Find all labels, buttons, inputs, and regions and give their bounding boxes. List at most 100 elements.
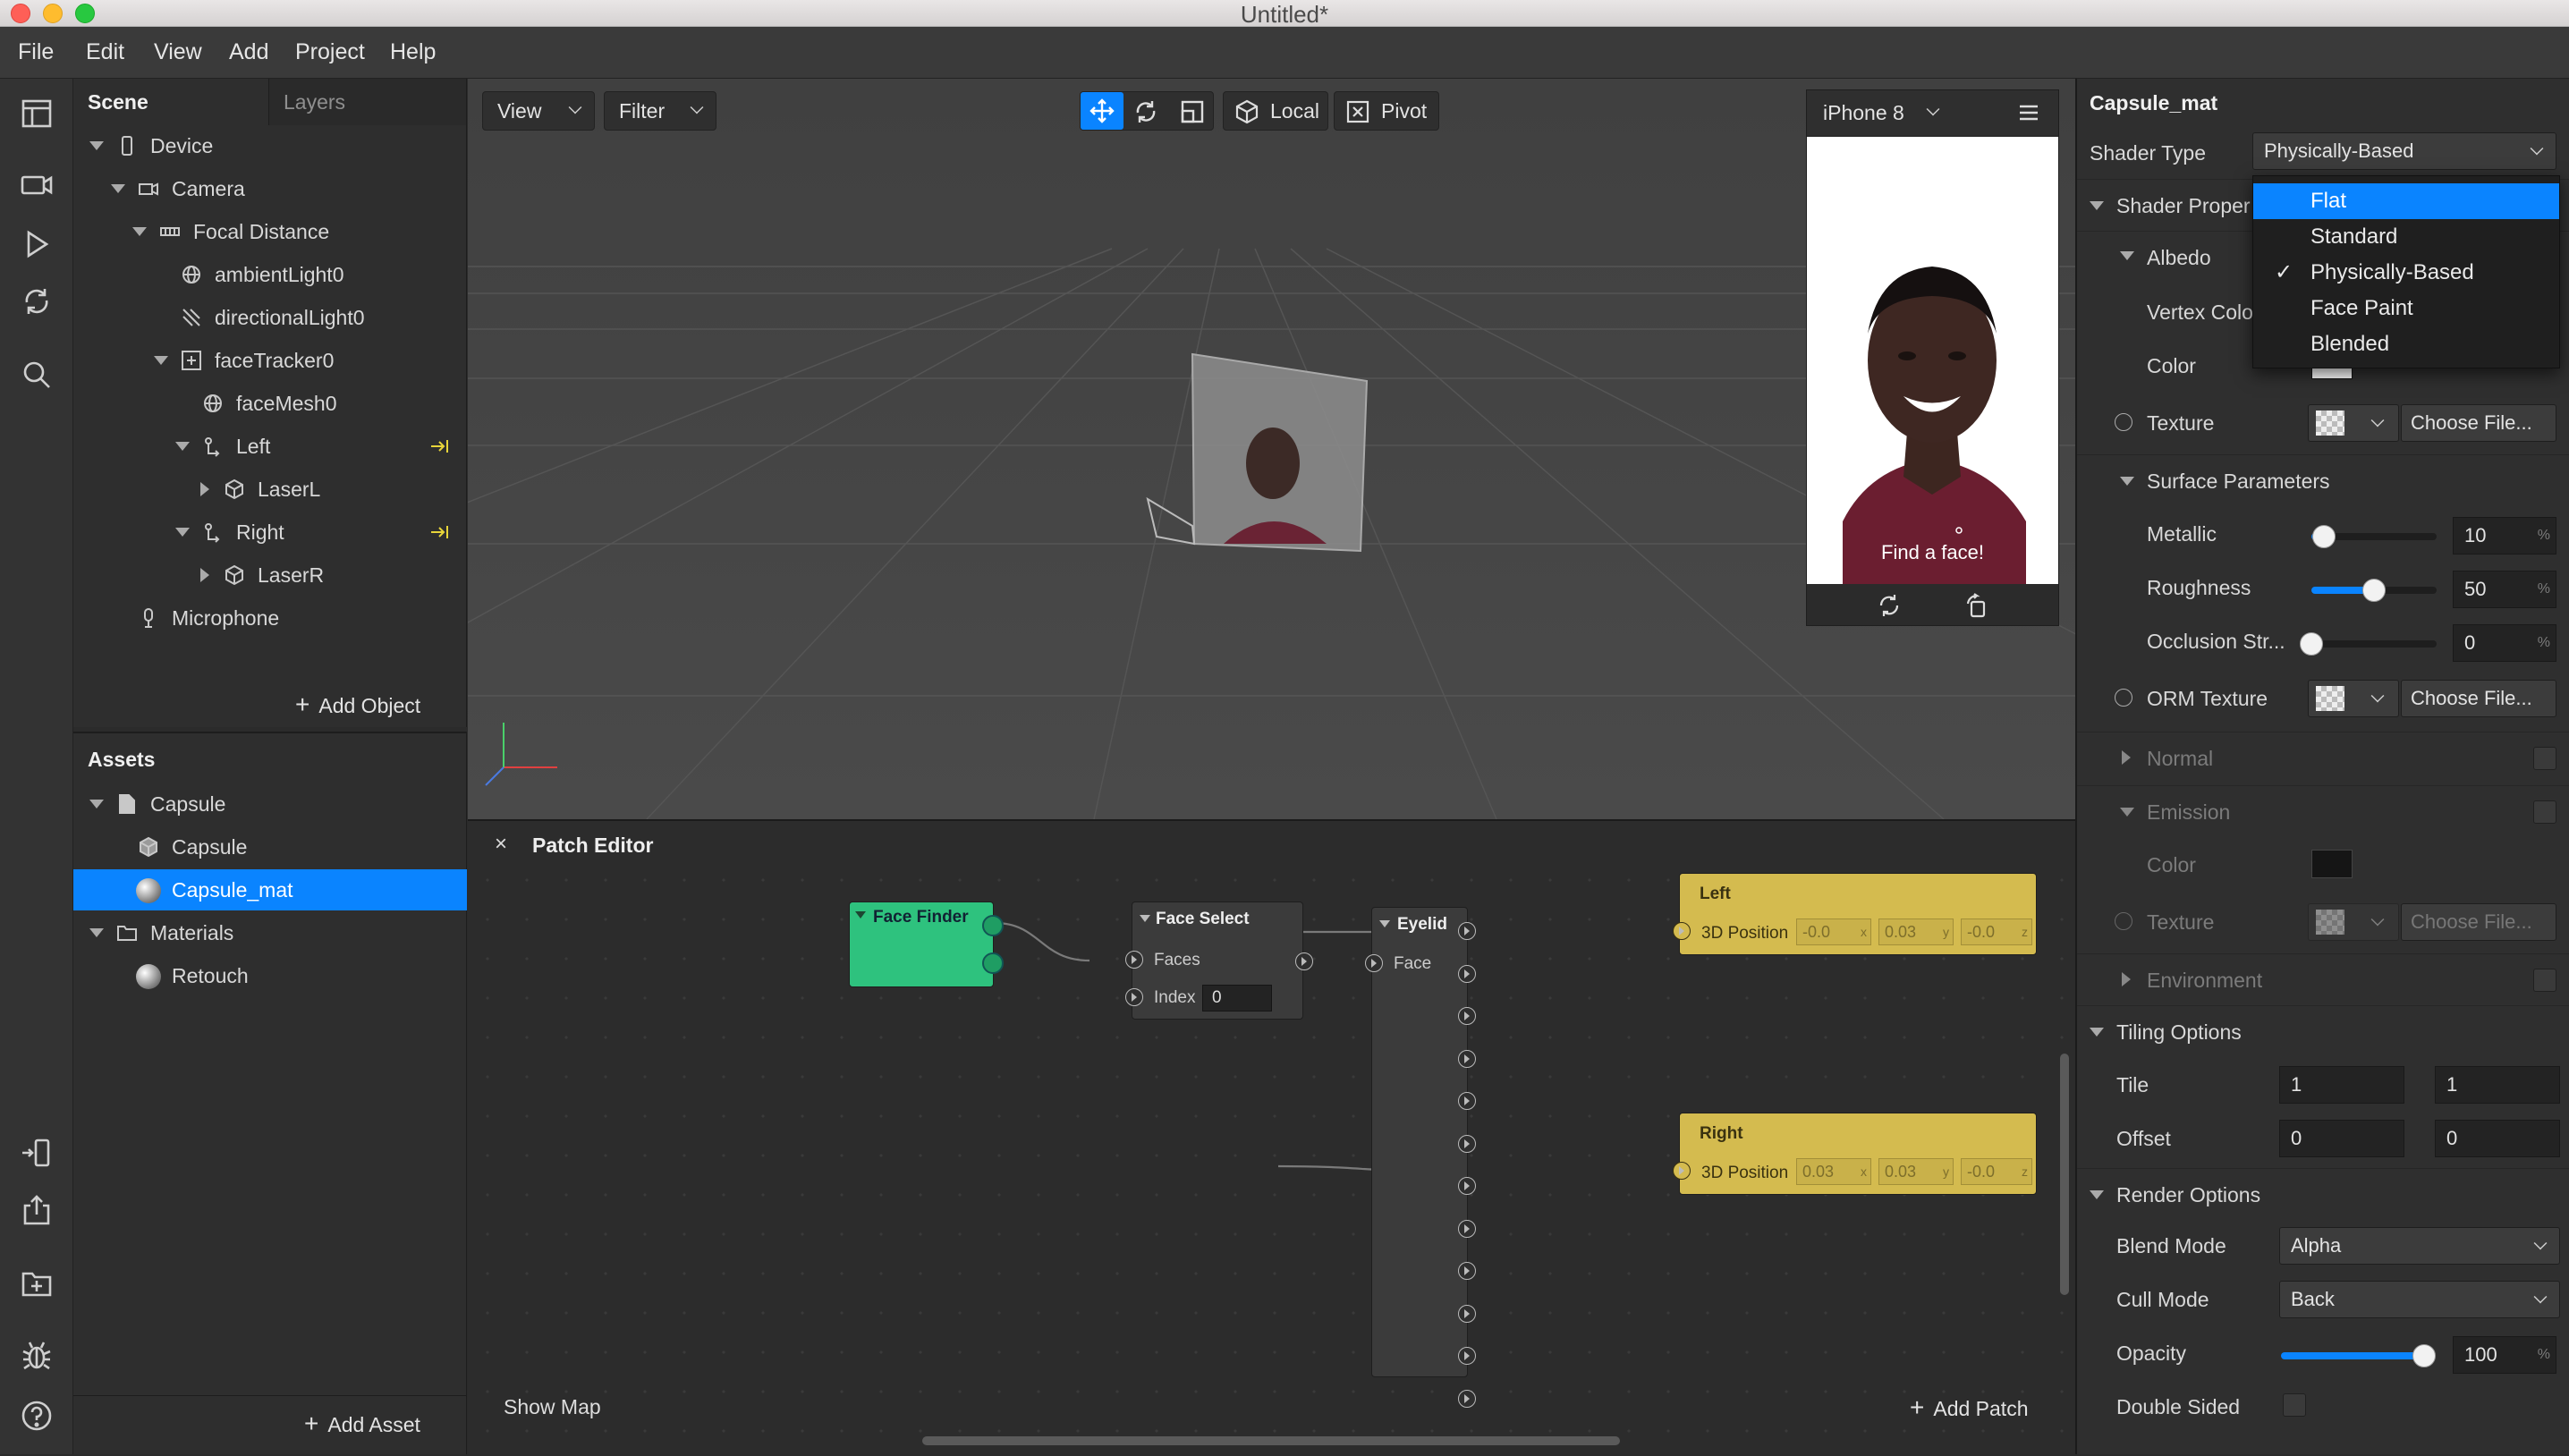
view-dropdown[interactable]: View: [482, 91, 595, 131]
tree-row-device[interactable]: Device: [73, 125, 467, 166]
mirror-device-icon[interactable]: [20, 1136, 54, 1170]
right-node[interactable]: Right 3D Position 0.03 x 0.03 y -0.0 z: [1673, 1113, 2037, 1195]
rotate-device-icon[interactable]: [1964, 593, 1989, 618]
output-port[interactable]: [1458, 1134, 1476, 1153]
output-port[interactable]: [1458, 922, 1476, 940]
tree-row-microphone[interactable]: Microphone: [73, 597, 467, 639]
video-camera-icon[interactable]: [20, 168, 54, 202]
left-node[interactable]: Left 3D Position -0.0 x 0.03 y -0.0 z: [1673, 873, 2037, 955]
tab-scene[interactable]: Scene: [73, 79, 268, 125]
environment-header[interactable]: Environment: [2077, 953, 2569, 1005]
metallic-slider-handle[interactable]: [2312, 525, 2336, 548]
menu-file[interactable]: File: [18, 39, 54, 65]
input-port[interactable]: [1125, 951, 1143, 969]
eyelid-node[interactable]: Eyelid Face: [1365, 907, 1476, 1408]
cull-mode-select[interactable]: Back: [2279, 1281, 2560, 1318]
input-port[interactable]: [1125, 988, 1143, 1006]
right-x-input[interactable]: 0.03 x: [1796, 1158, 1871, 1185]
scale-icon[interactable]: [1179, 98, 1206, 125]
patch-editor[interactable]: × Patch Editor Face Finder Face Select F…: [468, 819, 2075, 1454]
environment-checkbox[interactable]: [2533, 969, 2556, 992]
left-x-input[interactable]: -0.0 x: [1796, 918, 1871, 945]
tab-layers[interactable]: Layers: [268, 79, 467, 125]
render-options-header[interactable]: Render Options: [2077, 1168, 2569, 1220]
chevron-down-icon[interactable]: [111, 184, 125, 193]
occlusion-slider[interactable]: [2311, 640, 2437, 648]
pivot-button[interactable]: Pivot: [1334, 91, 1439, 131]
patch-link-icon[interactable]: [429, 521, 451, 543]
menu-project[interactable]: Project: [295, 39, 365, 65]
chevron-down-icon[interactable]: [132, 227, 147, 236]
asset-row-materials[interactable]: Materials: [73, 912, 467, 953]
albedo-texture-select[interactable]: [2308, 404, 2399, 442]
index-input[interactable]: 0: [1202, 985, 1272, 1012]
output-port[interactable]: [1458, 1007, 1476, 1025]
output-port[interactable]: [982, 952, 1004, 974]
add-asset-button[interactable]: + Add Asset: [304, 1409, 420, 1438]
output-port[interactable]: [1458, 964, 1476, 983]
chevron-right-icon[interactable]: [200, 482, 209, 496]
input-port[interactable]: [1673, 1162, 1691, 1180]
tree-row-camera[interactable]: Camera: [73, 168, 467, 209]
chevron-right-icon[interactable]: [2122, 750, 2131, 765]
normal-header[interactable]: Normal: [2077, 732, 2569, 783]
chevron-down-icon[interactable]: [2120, 808, 2134, 817]
add-patch-button[interactable]: + Add Patch: [1910, 1393, 2029, 1422]
emission-checkbox[interactable]: [2533, 800, 2556, 824]
show-map-button[interactable]: Show Map: [504, 1395, 601, 1419]
chevron-right-icon[interactable]: [200, 568, 209, 582]
opacity-input[interactable]: 100%: [2453, 1336, 2556, 1374]
menu-edit[interactable]: Edit: [86, 39, 124, 65]
surface-parameters-header[interactable]: Surface Parameters: [2077, 454, 2569, 506]
chevron-down-icon[interactable]: [89, 928, 104, 937]
patch-arrow-icon[interactable]: [2115, 689, 2132, 707]
filter-dropdown[interactable]: Filter: [604, 91, 716, 131]
add-folder-icon[interactable]: [20, 1266, 54, 1300]
chevron-down-icon[interactable]: [175, 442, 190, 451]
help-icon[interactable]: [20, 1399, 54, 1433]
chevron-right-icon[interactable]: [2122, 972, 2131, 986]
chevron-down-icon[interactable]: [1140, 915, 1150, 922]
chevron-down-icon[interactable]: [2090, 201, 2104, 210]
tree-row-right[interactable]: Right: [73, 512, 467, 553]
tree-row-face-mesh[interactable]: faceMesh0: [73, 383, 467, 424]
double-sided-checkbox[interactable]: [2283, 1393, 2306, 1417]
tile-u-input[interactable]: 1: [2279, 1066, 2404, 1104]
patch-link-icon[interactable]: [429, 436, 451, 457]
emission-choose-file-button[interactable]: Choose File...: [2401, 903, 2556, 941]
chevron-down-icon[interactable]: [175, 528, 190, 537]
output-port[interactable]: [1458, 1092, 1476, 1110]
albedo-choose-file-button[interactable]: Choose File...: [2401, 404, 2556, 442]
dropdown-option-blended[interactable]: Blended: [2253, 326, 2559, 362]
output-port[interactable]: [1458, 1049, 1476, 1068]
tree-row-focal-distance[interactable]: Focal Distance: [73, 211, 467, 252]
asset-row-capsule-mat[interactable]: Capsule_mat: [73, 869, 467, 910]
face-finder-node[interactable]: Face Finder: [849, 902, 1004, 987]
input-port[interactable]: [1673, 922, 1691, 940]
chevron-down-icon[interactable]: [2120, 251, 2134, 260]
asset-row-capsule-folder[interactable]: Capsule: [73, 783, 467, 825]
output-port[interactable]: [1458, 1262, 1476, 1280]
patch-arrow-icon[interactable]: [2115, 413, 2132, 431]
tree-row-ambient-light[interactable]: ambientLight0: [73, 254, 467, 295]
occlusion-input[interactable]: 0%: [2453, 624, 2556, 662]
local-button[interactable]: Local: [1223, 91, 1328, 131]
tree-row-laser-l[interactable]: LaserL: [73, 469, 467, 510]
orm-choose-file-button[interactable]: Choose File...: [2401, 680, 2556, 717]
output-port[interactable]: [1458, 1347, 1476, 1365]
output-port[interactable]: [1458, 1177, 1476, 1195]
vertical-scrollbar[interactable]: [2060, 1054, 2069, 1295]
roughness-slider-handle[interactable]: [2362, 579, 2386, 602]
add-object-button[interactable]: + Add Object: [295, 690, 420, 719]
asset-row-capsule-mesh[interactable]: Capsule: [73, 826, 467, 868]
play-icon[interactable]: [20, 227, 54, 261]
output-port[interactable]: [982, 915, 1004, 936]
chevron-down-icon[interactable]: [1379, 920, 1390, 927]
chevron-down-icon[interactable]: [1926, 102, 1940, 116]
orm-texture-select[interactable]: [2308, 680, 2399, 717]
tile-v-input[interactable]: 1: [2435, 1066, 2560, 1104]
dropdown-option-face-paint[interactable]: Face Paint: [2253, 291, 2559, 326]
right-y-input[interactable]: 0.03 y: [1878, 1158, 1954, 1185]
output-port[interactable]: [1458, 1219, 1476, 1238]
menu-icon[interactable]: [2018, 103, 2039, 123]
